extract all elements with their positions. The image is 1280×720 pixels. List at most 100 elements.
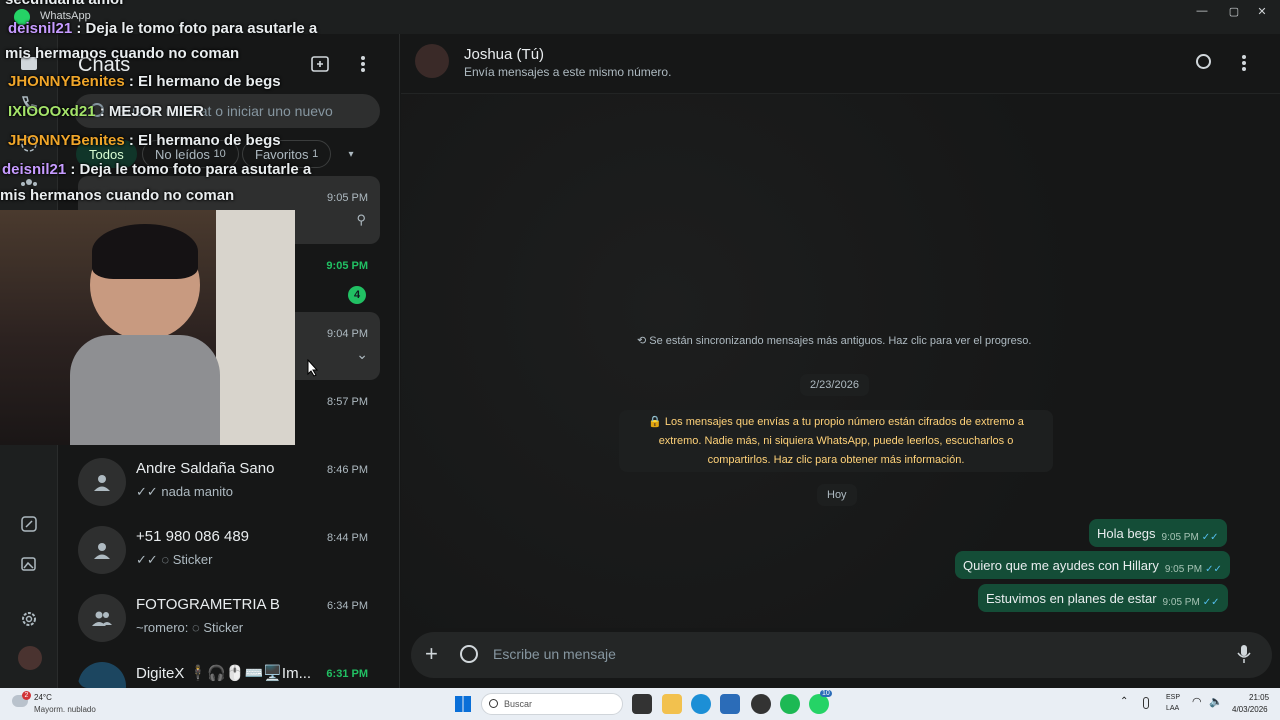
clock-date[interactable]: 4/03/2026: [1232, 705, 1268, 714]
media-icon[interactable]: [17, 552, 41, 576]
shelf-image: [216, 210, 295, 445]
contact-avatar[interactable]: [415, 44, 449, 78]
chat-time: 6:31 PM: [326, 668, 368, 680]
sticker-icon[interactable]: [460, 645, 478, 663]
overlay-chat-text: mis hermanos cuando no coman: [5, 45, 240, 62]
chat-last-message: ✓✓ ◌ Sticker: [136, 552, 213, 567]
new-chat-icon[interactable]: [308, 52, 332, 76]
taskbar-search[interactable]: Buscar: [481, 693, 623, 715]
overlay-chat-user: IXIOOOxd21: [8, 103, 96, 120]
chat-time: 8:57 PM: [327, 396, 368, 408]
conversation-header[interactable]: Joshua (Tú) Envía mensajes a este mismo …: [401, 34, 1280, 94]
hair-image: [92, 224, 198, 279]
group-icon: [78, 594, 126, 642]
file-explorer-icon[interactable]: [662, 694, 682, 714]
plus-icon[interactable]: +: [425, 641, 438, 667]
message-text: Quiero que me ayudes con Hillary: [963, 557, 1159, 573]
chat-name: Andre Saldaña Sano: [136, 460, 275, 477]
double-check-icon: ✓✓: [1205, 563, 1222, 575]
message-bubble[interactable]: Hola begs 9:05 PM ✓✓: [1089, 519, 1227, 547]
obs-icon[interactable]: [751, 694, 771, 714]
wifi-icon[interactable]: ◠: [1192, 695, 1202, 708]
clock-time[interactable]: 21:05: [1249, 693, 1269, 702]
task-view-icon[interactable]: [632, 694, 652, 714]
unread-badge: 4: [348, 286, 366, 304]
overlay-chat-text: mis hermanos cuando no coman: [0, 187, 235, 204]
pin-icon: ⚲: [356, 212, 366, 227]
microphone-icon[interactable]: [1237, 644, 1251, 669]
windows-taskbar: 2 24°C Mayorm. nublado Buscar 10 ⌃ ESP L…: [0, 688, 1280, 720]
double-check-icon: ✓✓: [1202, 596, 1220, 608]
conversation-panel: Joshua (Tú) Envía mensajes a este mismo …: [401, 34, 1280, 688]
spotify-icon[interactable]: [780, 694, 800, 714]
chat-name: FOTOGRAMETRIA B: [136, 596, 280, 613]
date-chip-today: Hoy: [817, 484, 857, 506]
chat-row[interactable]: DigiteX 🕴️🎧🖱️⌨️🖥️Im... 6:31 PM: [78, 652, 380, 688]
weather-temp: 24°C: [34, 693, 52, 702]
chat-row[interactable]: Andre Saldaña Sano ✓✓ nada manito 8:46 P…: [78, 448, 380, 516]
menu-kebab-icon[interactable]: [351, 52, 375, 76]
message-time: 9:05 PM: [1162, 596, 1200, 608]
language-primary[interactable]: ESP: [1166, 694, 1180, 701]
close-button[interactable]: ✕: [1244, 0, 1280, 22]
message-bubble[interactable]: Estuvimos en planes de estar 9:05 PM ✓✓: [978, 584, 1228, 612]
sync-icon: ⟲: [637, 335, 650, 347]
message-text: Hola begs: [1097, 525, 1156, 541]
search-icon: [489, 699, 498, 708]
message-bubble[interactable]: Quiero que me ayudes con Hillary 9:05 PM…: [955, 551, 1230, 579]
overlay-chat-user: deisnil21: [2, 161, 67, 178]
language-secondary[interactable]: LAA: [1166, 705, 1179, 712]
settings-gear-icon[interactable]: [17, 607, 41, 631]
shirt-image: [70, 335, 220, 445]
webcam-overlay: [0, 210, 295, 445]
chat-name: DigiteX 🕴️🎧🖱️⌨️🖥️Im...: [136, 665, 312, 682]
message-time: 9:05 PM: [1164, 563, 1203, 575]
mouse-cursor-icon: [307, 359, 319, 377]
whatsapp-taskbar-icon[interactable]: [809, 694, 829, 714]
whatsapp-unread-badge: 10: [820, 690, 832, 697]
chat-wallpaper: [401, 94, 1280, 628]
chat-time: 8:44 PM: [327, 532, 368, 544]
person-icon: [78, 458, 126, 506]
chat-time: 9:05 PM: [327, 192, 368, 204]
edge-browser-icon[interactable]: [691, 694, 711, 714]
chevron-up-icon[interactable]: ⌃: [1120, 696, 1128, 707]
message-composer[interactable]: + Escribe un mensaje: [411, 632, 1272, 678]
overlay-chat-text: : Deja le tomo foto para asutarle a: [72, 20, 318, 37]
store-icon[interactable]: [720, 694, 740, 714]
microphone-icon[interactable]: [1143, 697, 1149, 709]
message-input[interactable]: Escribe un mensaje: [493, 646, 616, 662]
overlay-chat-text: : El hermano de begs: [124, 73, 281, 90]
profile-avatar[interactable]: [18, 646, 42, 670]
weather-alert-badge: 2: [22, 691, 31, 700]
overlay-chat-text: secundaria amor: [5, 0, 125, 8]
chat-time: 9:05 PM: [326, 260, 368, 272]
filter-more-chevron-icon[interactable]: ▾: [339, 142, 363, 166]
minimize-button[interactable]: —: [1184, 0, 1220, 22]
search-icon[interactable]: [1196, 54, 1211, 69]
contact-name: Joshua (Tú): [464, 46, 545, 63]
chat-row[interactable]: +51 980 086 489 ✓✓ ◌ Sticker 8:44 PM: [78, 516, 380, 584]
date-chip: 2/23/2026: [800, 374, 869, 396]
chat-row[interactable]: FOTOGRAMETRIA B ~romero: ◌ Sticker 6:34 …: [78, 584, 380, 652]
weather-desc: Mayorm. nublado: [34, 705, 96, 714]
filter-unread-count: 10: [213, 148, 226, 160]
menu-kebab-icon[interactable]: [1241, 54, 1247, 77]
sync-notice[interactable]: ⟲ Se están sincronizando mensajes más an…: [637, 334, 1031, 347]
person-icon: [78, 526, 126, 574]
sync-notice-text: Se están sincronizando mensajes más anti…: [649, 335, 1032, 347]
contact-subtitle: Envía mensajes a este mismo número.: [464, 65, 672, 79]
meta-ai-icon[interactable]: [17, 512, 41, 536]
overlay-chat-user: JHONNYBenites: [8, 73, 125, 90]
chat-time: 9:04 PM: [327, 328, 368, 340]
message-text: Estuvimos en planes de estar: [986, 590, 1157, 606]
chevron-down-icon[interactable]: ⌄: [356, 346, 368, 363]
windows-start-icon[interactable]: [455, 696, 471, 712]
encryption-notice[interactable]: 🔒 Los mensajes que envías a tu propio nú…: [619, 410, 1053, 472]
chat-name: +51 980 086 489: [136, 528, 250, 545]
avatar: [78, 662, 126, 688]
volume-icon[interactable]: 🔈: [1209, 695, 1223, 708]
overlay-chat-text: : MEJOR MIER: [95, 103, 204, 120]
overlay-chat-text: : Deja le tomo foto para asutarle a: [66, 161, 312, 178]
chat-last-message: ✓✓ nada manito: [136, 484, 233, 499]
